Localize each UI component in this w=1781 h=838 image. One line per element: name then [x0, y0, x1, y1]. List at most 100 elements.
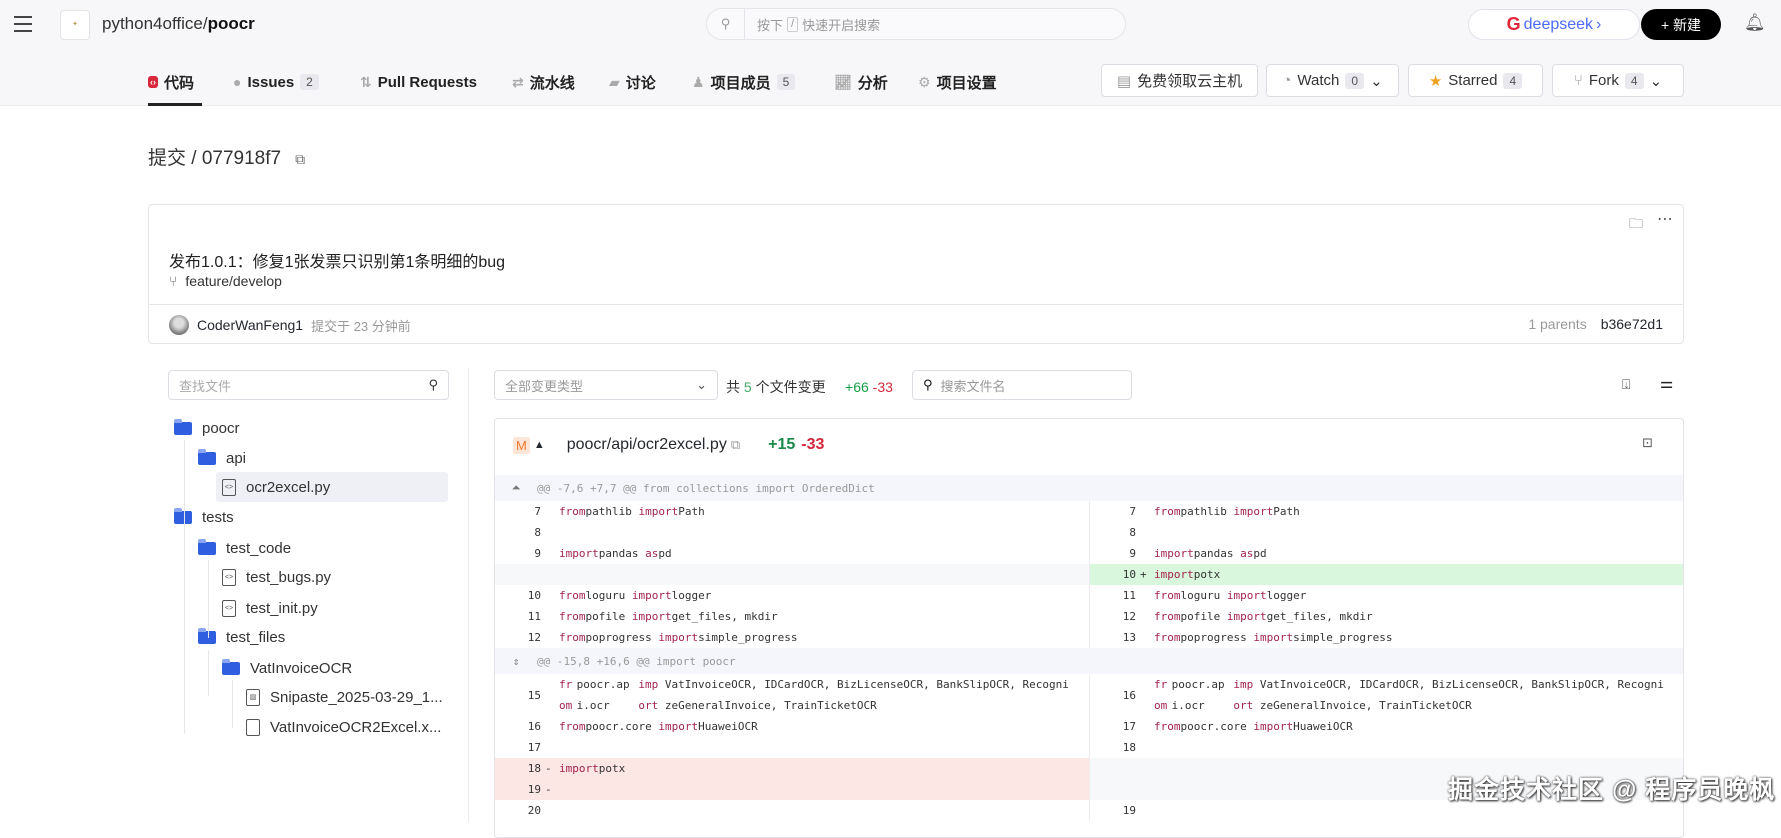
tab-pull-requests[interactable]: ⇅ Pull Requests — [360, 70, 477, 94]
line-number[interactable]: 12 — [1090, 606, 1140, 627]
line-number[interactable]: 18 — [495, 758, 545, 779]
tree-item-code[interactable]: <> test_init.py — [222, 594, 318, 622]
tab-settings[interactable]: ⚙ 项目设置 — [918, 70, 997, 94]
cloud-host-button[interactable]: ▤ 免费领取云主机 — [1101, 64, 1258, 97]
tab-issues[interactable]: ● Issues 2 — [233, 70, 319, 94]
expand-icon[interactable]: ⇕ — [495, 655, 537, 668]
tree-item-folder[interactable]: tests — [174, 503, 234, 531]
line-number[interactable]: 16 — [495, 716, 545, 737]
settings-sliders-icon[interactable]: ⚌ — [1660, 374, 1673, 392]
code-text: from pofile import get_files, mkdir — [555, 606, 1075, 627]
diff-sign — [1140, 674, 1150, 716]
line-number[interactable]: 11 — [1090, 585, 1140, 606]
diff-sign — [545, 674, 555, 716]
line-number[interactable]: 8 — [1090, 522, 1140, 543]
line-number[interactable]: 13 — [1090, 627, 1140, 648]
chevron-up-icon[interactable]: ▲ — [534, 439, 545, 451]
line-number[interactable]: 7 — [1090, 501, 1140, 522]
copy-icon[interactable]: ⧉ — [295, 151, 305, 167]
line-number[interactable]: 20 — [495, 800, 545, 821]
tab-code[interactable]: ‹› 代码 — [148, 70, 194, 94]
deepseek-button[interactable]: Gdeepseek › — [1468, 9, 1640, 40]
new-button[interactable]: + 新建 — [1641, 9, 1721, 40]
global-search[interactable]: ⚲ 按下 / 快速开启搜索 — [706, 8, 1126, 40]
old-line: 17 — [495, 737, 1090, 758]
avatar[interactable] — [169, 315, 189, 335]
more-icon[interactable]: ⋯ — [1657, 209, 1673, 229]
new-line: 9 import pandas as pd — [1090, 543, 1683, 564]
folder-icon — [174, 507, 192, 524]
tree-item-folder[interactable]: poocr — [174, 414, 240, 442]
tree-item-label: ocr2excel.py — [246, 478, 331, 496]
file-search-input[interactable]: 查找文件 ⚲ — [168, 370, 449, 400]
total-deletions: -33 — [872, 379, 893, 395]
search-icon: ⚲ — [923, 377, 933, 392]
line-number[interactable]: 19 — [1090, 800, 1140, 821]
line-number[interactable]: 10 — [1090, 564, 1140, 585]
tree-item-file[interactable]: VatInvoiceOCR2Excel.x... — [246, 713, 441, 741]
collapse-up-icon[interactable]: ⏶ — [495, 481, 537, 495]
fork-button[interactable]: ⑂ Fork 4 ⌄ — [1552, 64, 1684, 97]
copy-icon[interactable]: ⧉ — [731, 437, 740, 453]
tree-item-folder[interactable]: api — [198, 444, 246, 472]
change-type-select[interactable]: 全部变更类型 ⌄ — [494, 370, 718, 400]
line-number[interactable]: 17 — [1090, 716, 1140, 737]
filename-search-input[interactable]: ⚲ 搜索文件名 — [912, 370, 1132, 400]
tab-analytics[interactable]: 📈︎ 分析 — [834, 70, 888, 94]
tab-members[interactable]: ♟ 项目成员 5 — [692, 70, 796, 94]
tree-item-image[interactable]: ▨ Snipaste_2025-03-29_1... — [246, 683, 443, 711]
line-number[interactable]: 8 — [495, 522, 545, 543]
watch-button[interactable]: ◔ Watch 0 ⌄ — [1266, 64, 1399, 97]
pull-request-icon: ⇅ — [360, 73, 372, 90]
keyword: import — [631, 589, 672, 602]
page-title: 提交 / 077918f7 ⧉ — [148, 143, 305, 170]
folder-icon[interactable]: 🗀︎ — [1629, 213, 1643, 237]
starred-button[interactable]: ★ Starred 4 — [1408, 64, 1543, 97]
tree-item-label: VatInvoiceOCR — [250, 659, 353, 677]
file-path[interactable]: poocr/api/ocr2excel.py — [567, 436, 727, 454]
tree-guide-line — [232, 680, 233, 728]
line-number[interactable]: 18 — [1090, 737, 1140, 758]
line-number[interactable]: 19 — [495, 779, 545, 800]
diff-sign: + — [1140, 568, 1147, 581]
line-number[interactable]: 12 — [495, 627, 545, 648]
collapse-all-icon[interactable]: ⍗ — [1622, 376, 1630, 393]
parent-sha-link[interactable]: b36e72d1 — [1601, 316, 1663, 332]
tree-item-folder[interactable]: test_files — [198, 623, 285, 651]
line-number[interactable]: 17 — [495, 737, 545, 758]
search-shortcut-key: / — [787, 16, 799, 32]
search-icon: ⚲ — [707, 9, 745, 39]
line-number[interactable]: 9 — [495, 543, 545, 564]
line-number[interactable]: 11 — [495, 606, 545, 627]
menu-icon[interactable] — [14, 16, 32, 32]
line-number[interactable]: 9 — [1090, 543, 1140, 564]
line-number[interactable]: 16 — [1090, 674, 1140, 716]
line-number[interactable]: 15 — [495, 674, 545, 716]
fullscreen-icon[interactable]: ⊡ — [1642, 435, 1653, 451]
keyword: from — [559, 505, 586, 518]
tree-item-folder[interactable]: VatInvoiceOCR — [222, 654, 352, 682]
new-line: 7 from pathlib import Path — [1090, 501, 1683, 522]
tree-item-code[interactable]: <> test_bugs.py — [222, 563, 331, 591]
panel-divider[interactable] — [468, 368, 469, 822]
repo-breadcrumb[interactable]: python4office/poocr — [102, 14, 255, 34]
keyword: from — [1154, 505, 1181, 518]
tab-discussion[interactable]: ▰ 讨论 — [609, 70, 656, 94]
bell-icon[interactable]: 🔔︎ — [1744, 13, 1766, 33]
tab-pipeline[interactable]: ⇄ 流水线 — [512, 70, 575, 94]
code-icon: ‹› — [148, 76, 158, 88]
line-number[interactable]: 7 — [495, 501, 545, 522]
author-name[interactable]: CoderWanFeng1 — [197, 317, 303, 333]
gear-icon: ⚙ — [918, 73, 931, 90]
tab-label: 讨论 — [625, 74, 656, 92]
repo-logo[interactable]: ✦ — [60, 10, 90, 40]
owner-link[interactable]: python4office — [102, 14, 203, 33]
keyword: import — [1233, 505, 1274, 518]
branch[interactable]: ⑂ feature/develop — [169, 273, 282, 289]
line-number[interactable]: 10 — [495, 585, 545, 606]
repo-link[interactable]: poocr — [208, 14, 255, 33]
tree-item-code[interactable]: <> ocr2excel.py — [222, 473, 330, 501]
tree-item-folder[interactable]: test_code — [198, 534, 291, 562]
tree-item-label: test_init.py — [246, 599, 318, 617]
